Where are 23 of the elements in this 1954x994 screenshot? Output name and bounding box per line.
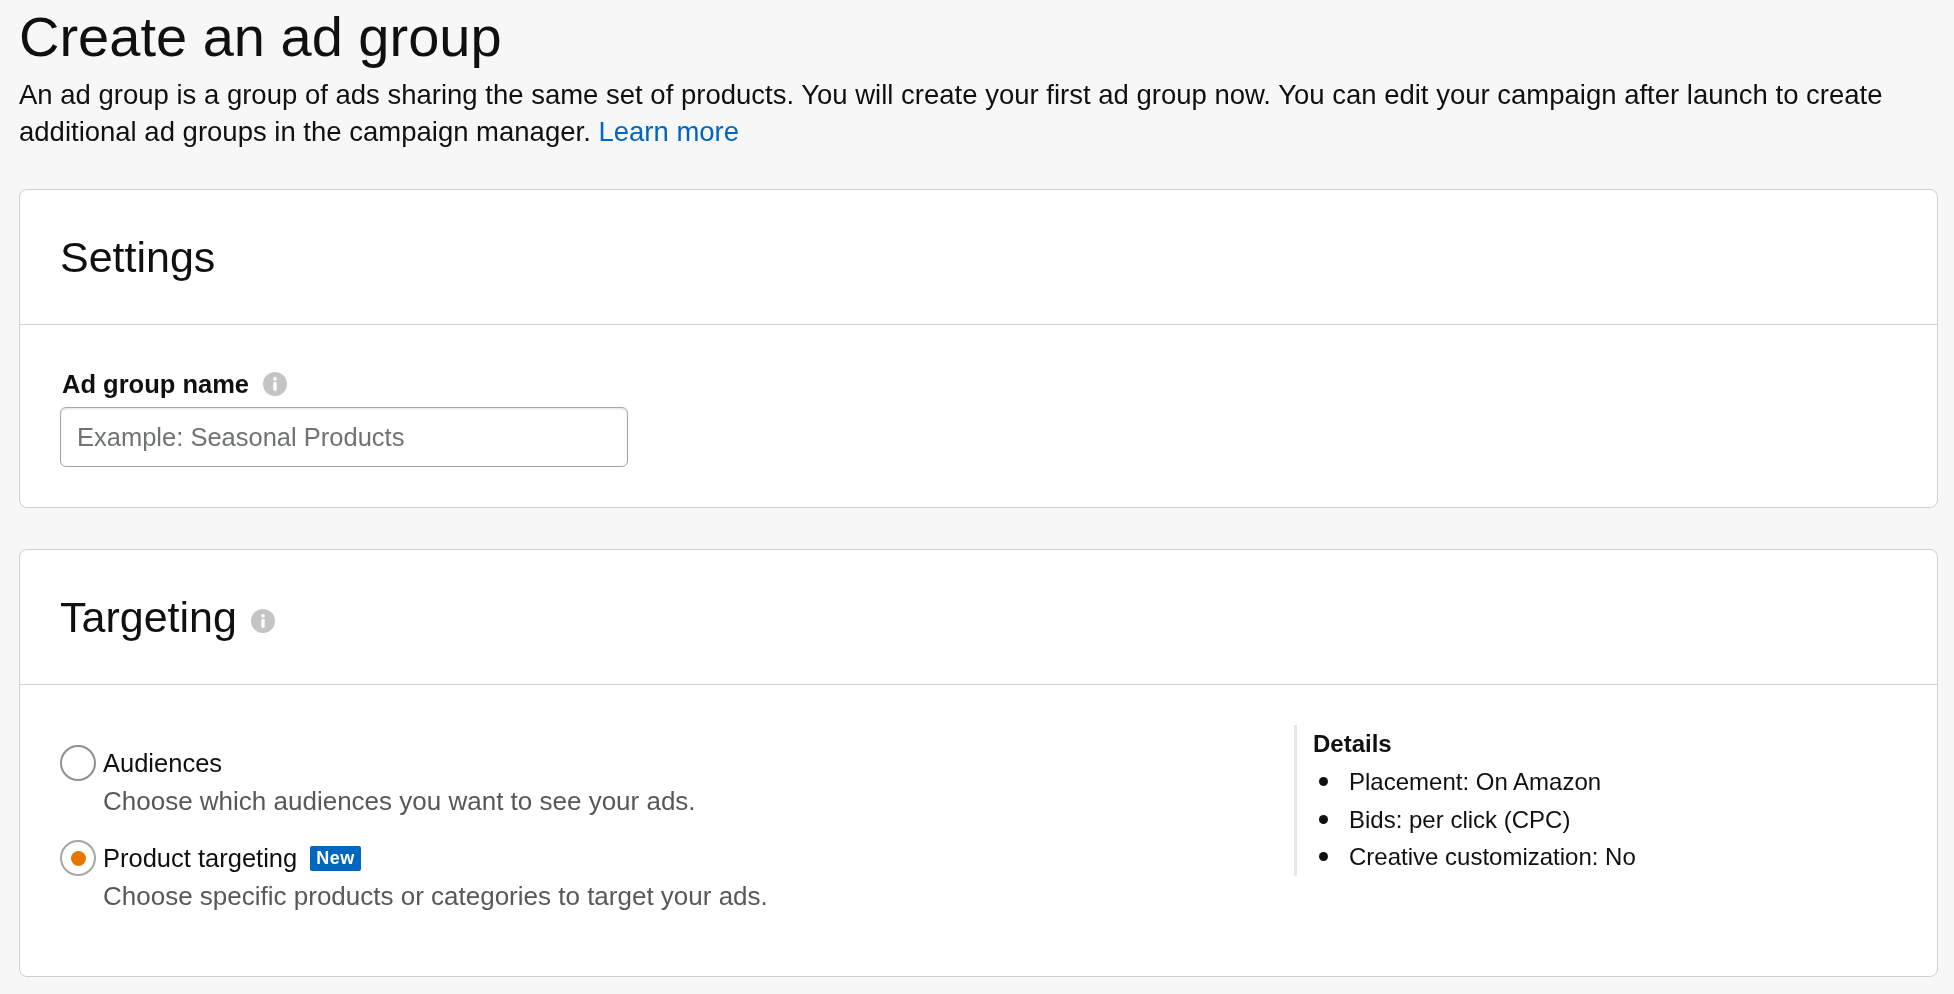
option-label: Product targeting	[103, 843, 298, 874]
field-label: Ad group name	[61, 369, 249, 399]
bullet-icon	[1319, 852, 1328, 862]
detail-item: Creative customization: No	[1349, 842, 1636, 872]
intro-text: An ad group is a group of ads sharing the same set of products. You will create your first ad group now. You can edit your campaign after launch to create additional ad groups in the campaign manager. Learn more	[19, 78, 1884, 149]
learn-more-link[interactable]: Learn more	[598, 116, 740, 147]
input-field[interactable]: Example: Seasonal Products	[60, 407, 628, 467]
section-title: Targeting	[60, 593, 237, 641]
detail-item: Placement: On Amazon	[1349, 767, 1602, 797]
option-description: Choose which audiences you want to see your ads.	[103, 785, 697, 817]
info-icon[interactable]	[250, 609, 275, 633]
bullet-icon	[1319, 814, 1328, 824]
page-title: Create an ad group	[19, 6, 503, 68]
section-title: Settings	[60, 233, 217, 281]
info-icon[interactable]	[263, 372, 287, 396]
radio-button[interactable]	[60, 840, 96, 876]
option-label: Audiences	[103, 748, 223, 779]
bullet-icon	[1319, 777, 1328, 787]
details-title: Details	[1313, 729, 1393, 759]
radio-button[interactable]	[60, 745, 96, 781]
new-badge: New	[310, 845, 361, 871]
detail-item: Bids: per click (CPC)	[1349, 804, 1571, 835]
option-description: Choose specific products or categories to target your ads.	[103, 880, 769, 912]
